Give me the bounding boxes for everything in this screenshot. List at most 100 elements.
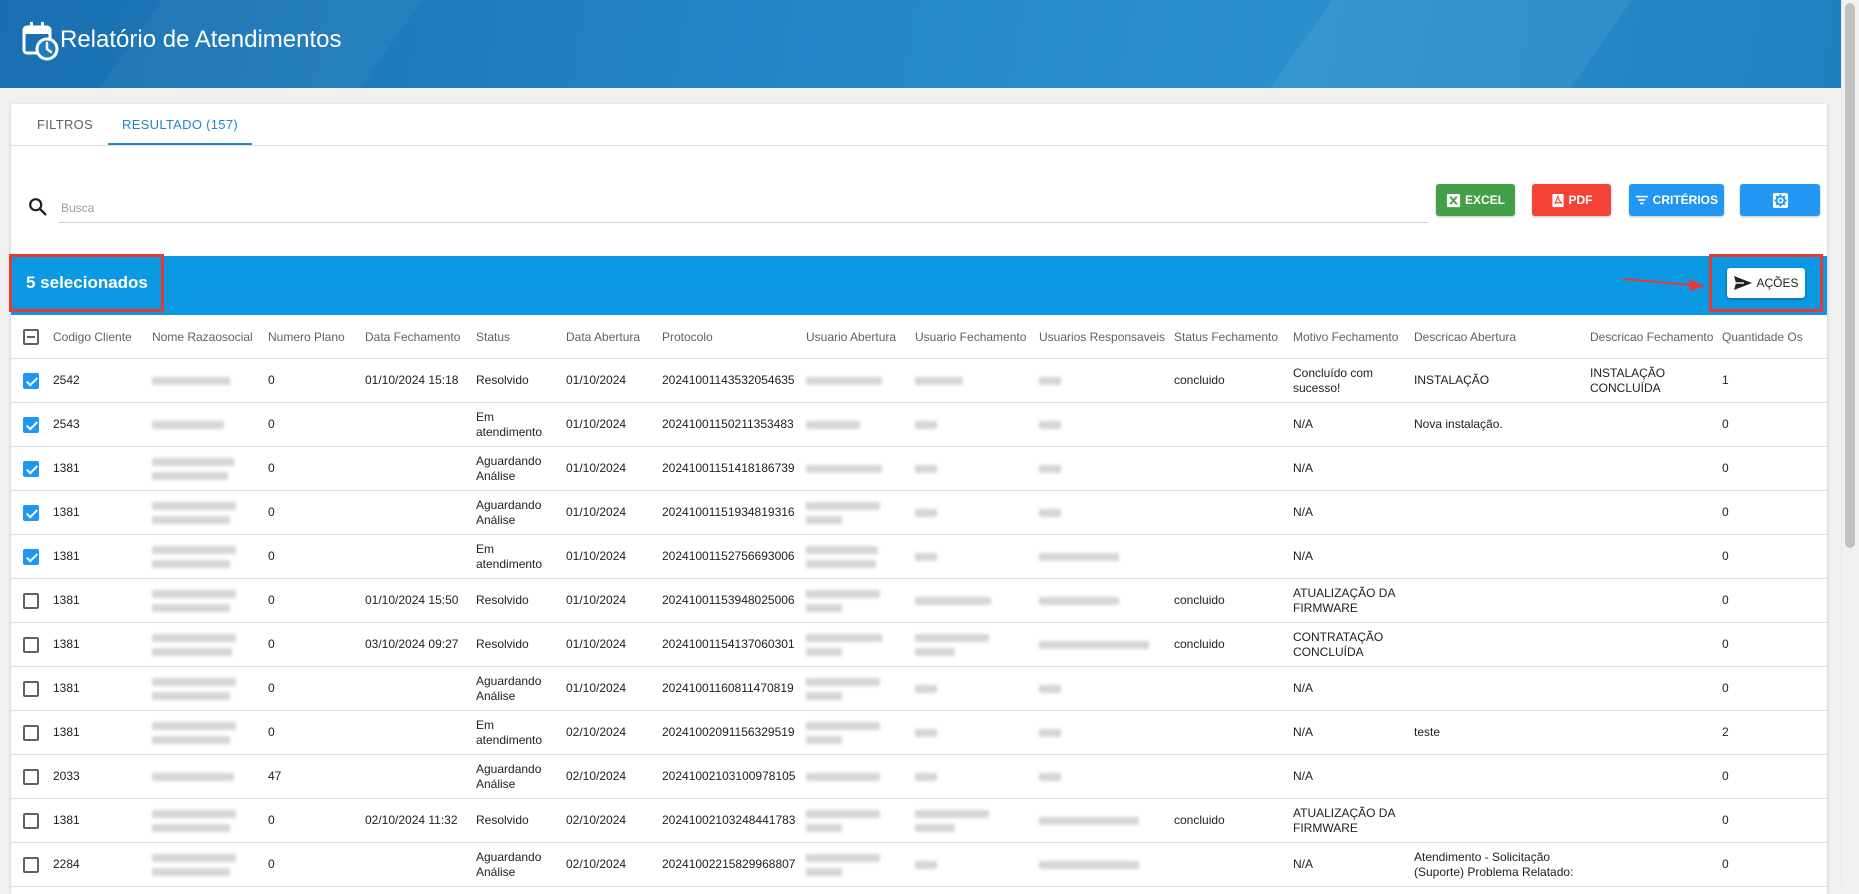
- cell-data-fechamento: [360, 666, 471, 711]
- column-header[interactable]: Status: [471, 315, 561, 359]
- select-all-header[interactable]: [11, 315, 48, 359]
- row-checkbox[interactable]: [23, 592, 39, 609]
- table-row[interactable]: 1381 0 Aguardando Análise 01/10/2024 2024100…: [11, 666, 1827, 711]
- redacted-text: [152, 633, 236, 642]
- cell-plano: 0: [263, 798, 360, 843]
- tab-filtros[interactable]: FILTROS: [23, 104, 107, 145]
- redacted-cell: [1034, 798, 1169, 843]
- row-checkbox[interactable]: [23, 812, 39, 829]
- select-all-checkbox[interactable]: [23, 328, 39, 345]
- cell-desc-abertura: [1409, 578, 1585, 623]
- settings-button[interactable]: [1740, 184, 1820, 216]
- row-checkbox[interactable]: [23, 416, 39, 433]
- row-checkbox[interactable]: [23, 724, 39, 741]
- table-row[interactable]: 1381 0 03/10/2024 09:27 Resolvido 01/10/2024…: [11, 622, 1827, 667]
- column-header[interactable]: Usuario Fechamento: [910, 315, 1034, 359]
- redacted-cell: [801, 358, 910, 403]
- redacted-cell: [1034, 534, 1169, 579]
- row-checkbox[interactable]: [23, 372, 39, 389]
- column-header[interactable]: Data Fechamento: [360, 315, 471, 359]
- row-select-cell[interactable]: [11, 622, 48, 667]
- redacted-text: [806, 721, 880, 730]
- row-checkbox[interactable]: [23, 636, 39, 653]
- redacted-cell: [147, 798, 263, 843]
- redacted-cell: [147, 710, 263, 755]
- page-scrollbar[interactable]: [1841, 0, 1859, 885]
- column-header[interactable]: Usuario Abertura: [801, 315, 910, 359]
- cell-data-fechamento: 01/10/2024 15:18: [360, 358, 471, 403]
- row-checkbox[interactable]: [23, 680, 39, 697]
- table-row[interactable]: 2033 47 Aguardando Análise 02/10/2024 202410…: [11, 754, 1827, 799]
- column-header[interactable]: Quantidade Os: [1717, 315, 1827, 359]
- column-header[interactable]: Descricao Fechamento: [1585, 315, 1717, 359]
- column-header[interactable]: Usuarios Responsaveis: [1034, 315, 1169, 359]
- actions-button[interactable]: AÇÕES: [1727, 268, 1805, 298]
- cell-desc-abertura: Nova instalação.: [1409, 402, 1585, 447]
- cell-plano: 0: [263, 490, 360, 535]
- tab-resultado[interactable]: RESULTADO (157): [108, 104, 252, 145]
- row-select-cell[interactable]: [11, 446, 48, 491]
- row-select-cell[interactable]: [11, 754, 48, 799]
- row-checkbox[interactable]: [23, 548, 39, 565]
- redacted-text: [806, 515, 842, 524]
- cell-plano: 0: [263, 622, 360, 667]
- column-header[interactable]: Nome Razaosocial: [147, 315, 263, 359]
- cell-data-fechamento: [360, 754, 471, 799]
- row-checkbox[interactable]: [23, 768, 39, 785]
- row-checkbox[interactable]: [23, 504, 39, 521]
- scrollbar-thumb[interactable]: [1845, 3, 1855, 548]
- row-select-cell[interactable]: [11, 402, 48, 447]
- cell-desc-abertura: [1409, 534, 1585, 579]
- redacted-cell: [910, 622, 1034, 667]
- column-header[interactable]: Protocolo: [657, 315, 801, 359]
- table-row[interactable]: 1381 0 Em atendimento 02/10/2024 20241002091…: [11, 710, 1827, 755]
- column-header[interactable]: Descricao Abertura: [1409, 315, 1585, 359]
- cell-protocolo: 20241001160811470819: [657, 666, 801, 711]
- table-row[interactable]: 1381 0 02/10/2024 11:32 Resolvido 02/10/2024…: [11, 798, 1827, 843]
- cell-codigo: 1381: [48, 490, 147, 535]
- redacted-cell: [1034, 710, 1169, 755]
- row-select-cell[interactable]: [11, 358, 48, 403]
- column-header[interactable]: Motivo Fechamento: [1288, 315, 1409, 359]
- row-select-cell[interactable]: [11, 534, 48, 579]
- cell-protocolo: 20241002103100978105: [657, 754, 801, 799]
- results-table: Codigo Cliente Nome Razaosocial Numero P…: [11, 315, 1827, 887]
- search-input[interactable]: [59, 194, 1428, 223]
- column-header[interactable]: Status Fechamento: [1169, 315, 1288, 359]
- cell-qtd-os: 0: [1717, 666, 1827, 711]
- redacted-text: [915, 647, 955, 656]
- redacted-text: [806, 823, 842, 832]
- cell-codigo: 2284: [48, 842, 147, 887]
- criteria-button[interactable]: CRITÉRIOS: [1629, 184, 1724, 216]
- row-select-cell[interactable]: [11, 666, 48, 711]
- pdf-button[interactable]: PDF: [1532, 184, 1611, 216]
- row-select-cell[interactable]: [11, 842, 48, 887]
- row-select-cell[interactable]: [11, 798, 48, 843]
- row-select-cell[interactable]: [11, 578, 48, 623]
- table-row[interactable]: 2542 0 01/10/2024 15:18 Resolvido 01/10/2024…: [11, 358, 1827, 403]
- table-row[interactable]: 2543 0 Em atendimento 01/10/2024 20241001150…: [11, 402, 1827, 447]
- cell-protocolo: 20241001154137060301: [657, 622, 801, 667]
- page-title: Relatório de Atendimentos: [60, 26, 342, 53]
- cell-qtd-os: 0: [1717, 402, 1827, 447]
- table-row[interactable]: 1381 0 Aguardando Análise 01/10/2024 2024100…: [11, 490, 1827, 535]
- redacted-text: [1039, 684, 1061, 693]
- row-checkbox[interactable]: [23, 856, 39, 873]
- table-row[interactable]: 1381 0 Aguardando Análise 01/10/2024 2024100…: [11, 446, 1827, 491]
- redacted-text: [1039, 596, 1119, 605]
- row-select-cell[interactable]: [11, 490, 48, 535]
- cell-desc-fechamento: [1585, 622, 1717, 667]
- excel-button[interactable]: EXCEL: [1436, 184, 1515, 216]
- cell-desc-fechamento: [1585, 754, 1717, 799]
- table-row[interactable]: 2284 0 Aguardando Análise 02/10/2024 2024100…: [11, 842, 1827, 887]
- row-checkbox[interactable]: [23, 460, 39, 477]
- row-select-cell[interactable]: [11, 710, 48, 755]
- table-row[interactable]: 1381 0 Em atendimento 01/10/2024 20241001152…: [11, 534, 1827, 579]
- redacted-text: [152, 589, 236, 598]
- column-header[interactable]: Data Abertura: [561, 315, 657, 359]
- cell-status-fechamento: concluido: [1169, 578, 1288, 623]
- column-header[interactable]: Numero Plano: [263, 315, 360, 359]
- table-row[interactable]: 1381 0 01/10/2024 15:50 Resolvido 01/10/2024…: [11, 578, 1827, 623]
- cell-protocolo: 20241002091156329519: [657, 710, 801, 755]
- column-header[interactable]: Codigo Cliente: [48, 315, 147, 359]
